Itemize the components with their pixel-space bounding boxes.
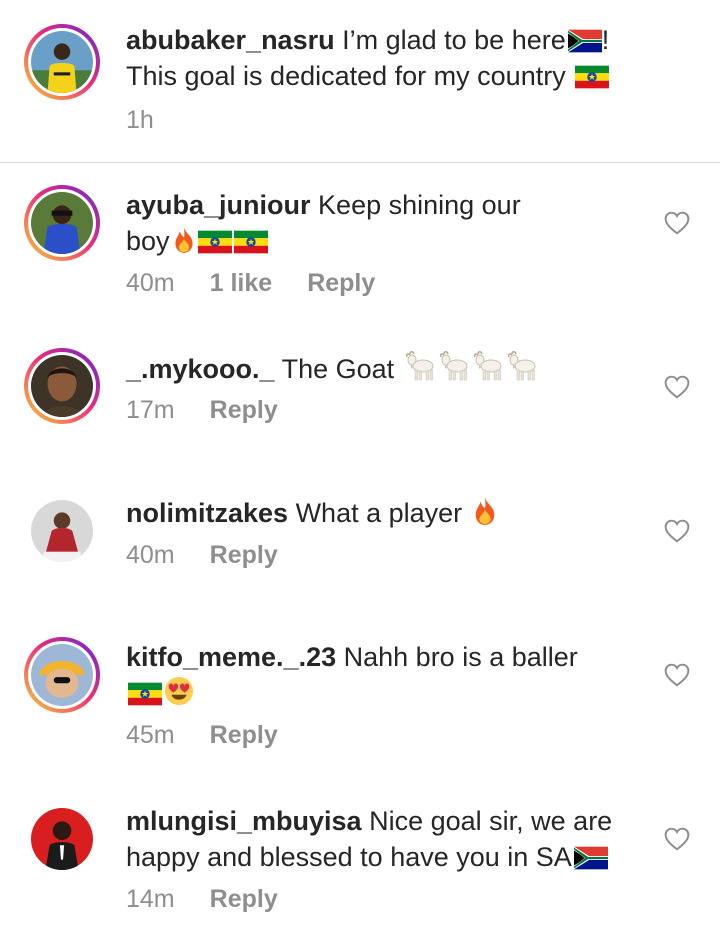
likes-count[interactable]: 1 like <box>210 269 273 298</box>
caption-avatar[interactable] <box>24 24 100 100</box>
caption-meta: 1h <box>126 106 154 135</box>
avatar-photo <box>31 808 93 870</box>
comment-username[interactable]: nolimitzakes <box>126 498 288 528</box>
comment-username[interactable]: kitfo_meme._.23 <box>126 642 336 672</box>
heart-outline-icon[interactable] <box>664 519 690 543</box>
ethiopia-flag-emoji <box>234 230 268 254</box>
comment-time: 40m <box>126 541 175 569</box>
comment-text: ayuba_juniour Keep shining our boy <box>126 190 521 256</box>
avatar-photo <box>31 644 93 706</box>
fire-emoji <box>172 226 196 254</box>
comment-time: 45m <box>126 721 175 749</box>
avatar-photo <box>31 192 93 254</box>
south-africa-flag-emoji <box>568 29 602 53</box>
heart-outline-icon[interactable] <box>664 375 690 399</box>
comment-time: 40m <box>126 269 175 297</box>
comment-avatar[interactable] <box>24 637 100 713</box>
comment-text: _.mykooo._ The Goat <box>126 350 636 387</box>
divider <box>0 162 720 163</box>
avatar-photo <box>31 500 93 562</box>
heart-outline-icon[interactable] <box>664 663 690 687</box>
caption-text: abubaker_nasru I’m glad to be here! This… <box>126 25 610 91</box>
reply-button[interactable]: Reply <box>210 396 278 425</box>
comment-text: mlungisi_mbuyisa Nice goal sir, we are h… <box>126 806 613 872</box>
avatar-photo <box>31 355 93 417</box>
reply-button[interactable]: Reply <box>210 721 278 750</box>
ethiopia-flag-emoji <box>575 65 609 89</box>
comment-username[interactable]: ayuba_juniour <box>126 190 311 220</box>
comment-meta: 40m 1 like Reply <box>126 269 375 298</box>
reply-button[interactable]: Reply <box>307 269 375 298</box>
avatar-photo <box>31 31 93 93</box>
comment-text: kitfo_meme._.23 Nahh bro is a baller <box>126 639 636 711</box>
comment-username[interactable]: _.mykooo._ <box>126 354 275 384</box>
post-caption: abubaker_nasru I’m glad to be here! This… <box>0 0 720 162</box>
comment-meta: 17m Reply <box>126 396 278 425</box>
goat-emoji <box>404 350 436 382</box>
caption-time: 1h <box>126 106 154 134</box>
comment-meta: 45m Reply <box>126 721 278 750</box>
comment-avatar[interactable] <box>24 185 100 261</box>
comment-meta: 40m Reply <box>126 541 278 570</box>
reply-button[interactable]: Reply <box>210 541 278 570</box>
comment-time: 14m <box>126 885 175 913</box>
heart-outline-icon[interactable] <box>664 211 690 235</box>
goat-emoji <box>506 350 538 382</box>
comment-avatar[interactable] <box>24 493 100 569</box>
comment-avatar[interactable] <box>24 801 100 877</box>
heart-outline-icon[interactable] <box>664 827 690 851</box>
reply-button[interactable]: Reply <box>210 885 278 914</box>
ethiopia-flag-emoji <box>198 230 232 254</box>
goat-emoji <box>472 350 504 382</box>
goat-emoji <box>438 350 470 382</box>
ethiopia-flag-emoji <box>128 682 162 706</box>
comment-username[interactable]: mlungisi_mbuyisa <box>126 806 362 836</box>
heart-eyes-emoji <box>164 676 194 706</box>
fire-emoji <box>472 496 498 526</box>
comment-text: nolimitzakes What a player <box>126 495 636 531</box>
comment-avatar[interactable] <box>24 348 100 424</box>
comment-time: 17m <box>126 396 175 424</box>
caption-line2: This goal is dedicated for my country <box>126 61 566 91</box>
caption-line1: I’m glad to be here <box>342 25 566 55</box>
south-africa-flag-emoji <box>574 846 608 870</box>
comment-meta: 14m Reply <box>126 885 278 914</box>
caption-username[interactable]: abubaker_nasru <box>126 25 335 55</box>
